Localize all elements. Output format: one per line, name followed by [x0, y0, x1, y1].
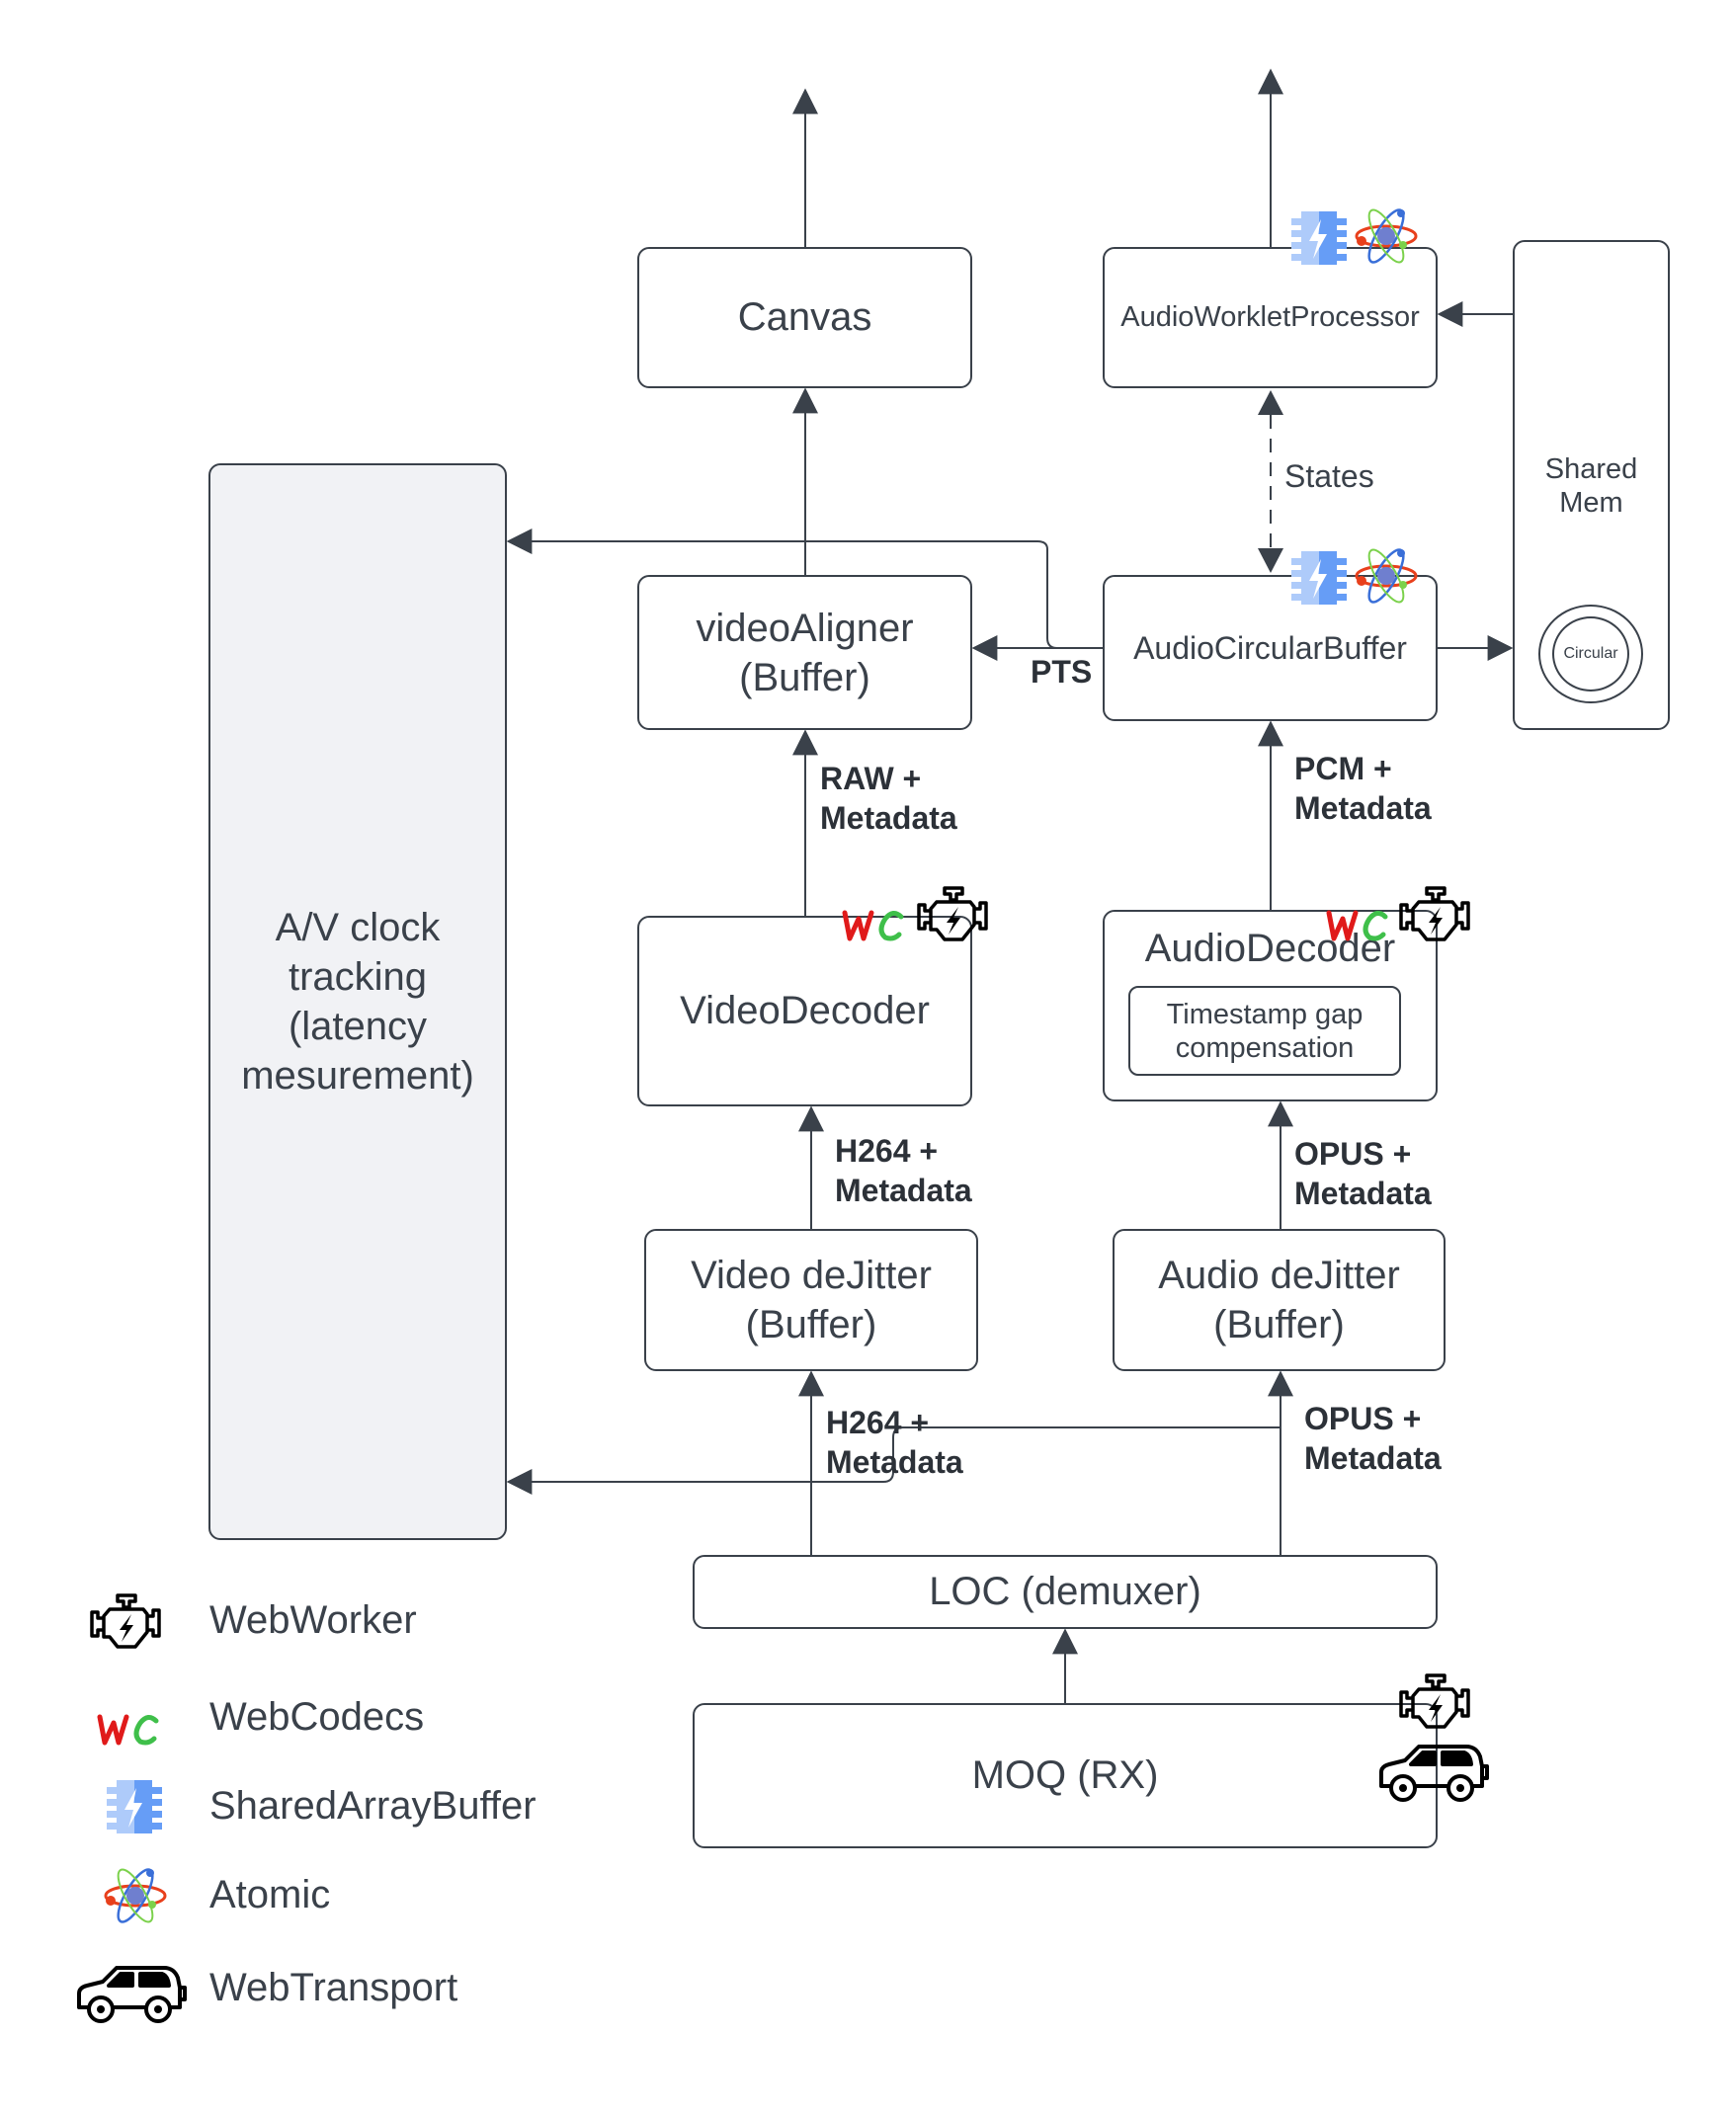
- webtransport-icon: [1379, 1745, 1489, 1802]
- video-dejitter-label: Video deJitter (Buffer): [691, 1254, 932, 1346]
- states-label: States: [1284, 458, 1374, 494]
- loc-label: LOC (demuxer): [929, 1570, 1201, 1613]
- opus-metadata-label-bottom: OPUS + Metadata: [1304, 1401, 1442, 1476]
- audio-worklet-label: AudioWorkletProcessor: [1120, 301, 1420, 333]
- webworker-icon: [1399, 1673, 1470, 1729]
- canvas-node[interactable]: Canvas: [637, 247, 972, 388]
- pts-label: PTS: [1031, 654, 1093, 690]
- circular-buffer-inner: Circular: [1552, 616, 1629, 692]
- opus-metadata-label-top: OPUS + Metadata: [1294, 1136, 1432, 1211]
- legend-label-webcodecs: WebCodecs: [209, 1695, 425, 1739]
- moq-label: MOQ (RX): [971, 1753, 1159, 1797]
- shared-mem-label: Shared Mem: [1544, 453, 1638, 519]
- audio-circular-buffer-label: AudioCircularBuffer: [1133, 629, 1407, 666]
- legend-label-sharedarraybuffer: SharedArrayBuffer: [209, 1784, 537, 1828]
- webcodecs-icon: [842, 910, 904, 941]
- canvas-label: Canvas: [737, 295, 872, 339]
- timestamp-gap-node[interactable]: Timestamp gap compensation: [1128, 986, 1401, 1076]
- webworker-icon: [90, 1593, 161, 1649]
- sharedarraybuffer-icon: [1291, 211, 1347, 265]
- video-aligner-label: videoAligner (Buffer): [696, 606, 914, 699]
- webcodecs-icon: [97, 1714, 159, 1746]
- raw-metadata-label: RAW + Metadata: [820, 761, 957, 836]
- video-decoder-label: VideoDecoder: [680, 989, 930, 1032]
- legend-label-atomic: Atomic: [209, 1873, 331, 1916]
- audio-worklet-node[interactable]: AudioWorkletProcessor: [1103, 247, 1438, 388]
- h264-metadata-label-bottom: H264 + Metadata: [826, 1405, 963, 1480]
- webcodecs-icon: [1326, 910, 1388, 941]
- video-dejitter-node[interactable]: Video deJitter (Buffer): [644, 1229, 978, 1371]
- legend-label-webworker: WebWorker: [209, 1598, 417, 1642]
- pcm-metadata-label: PCM + Metadata: [1294, 751, 1432, 826]
- webworker-icon: [1399, 886, 1470, 941]
- timestamp-gap-label: Timestamp gap compensation: [1166, 998, 1364, 1064]
- webworker-icon: [917, 886, 988, 941]
- circular-label: Circular: [1563, 645, 1618, 662]
- legend-label-webtransport: WebTransport: [209, 1966, 458, 2009]
- atomic-icon: [104, 1868, 167, 1923]
- diagram-canvas: Canvas AudioWorkletProcessor Shared Mem …: [0, 0, 1736, 2117]
- av-clock-label: A/V clock tracking (latency mesurement): [241, 906, 474, 1098]
- video-aligner-node[interactable]: videoAligner (Buffer): [637, 575, 972, 730]
- av-clock-node[interactable]: A/V clock tracking (latency mesurement): [208, 463, 507, 1540]
- sharedarraybuffer-icon: [1291, 551, 1347, 605]
- h264-metadata-label-top: H264 + Metadata: [835, 1133, 972, 1208]
- moq-rx-node[interactable]: MOQ (RX): [693, 1703, 1438, 1848]
- audio-dejitter-label: Audio deJitter (Buffer): [1158, 1254, 1400, 1346]
- loc-demuxer-node[interactable]: LOC (demuxer): [693, 1555, 1438, 1629]
- atomic-icon: [1355, 208, 1418, 264]
- webtransport-icon: [77, 1966, 187, 2023]
- audio-dejitter-node[interactable]: Audio deJitter (Buffer): [1113, 1229, 1446, 1371]
- sharedarraybuffer-icon: [107, 1780, 162, 1833]
- atomic-icon: [1355, 548, 1418, 604]
